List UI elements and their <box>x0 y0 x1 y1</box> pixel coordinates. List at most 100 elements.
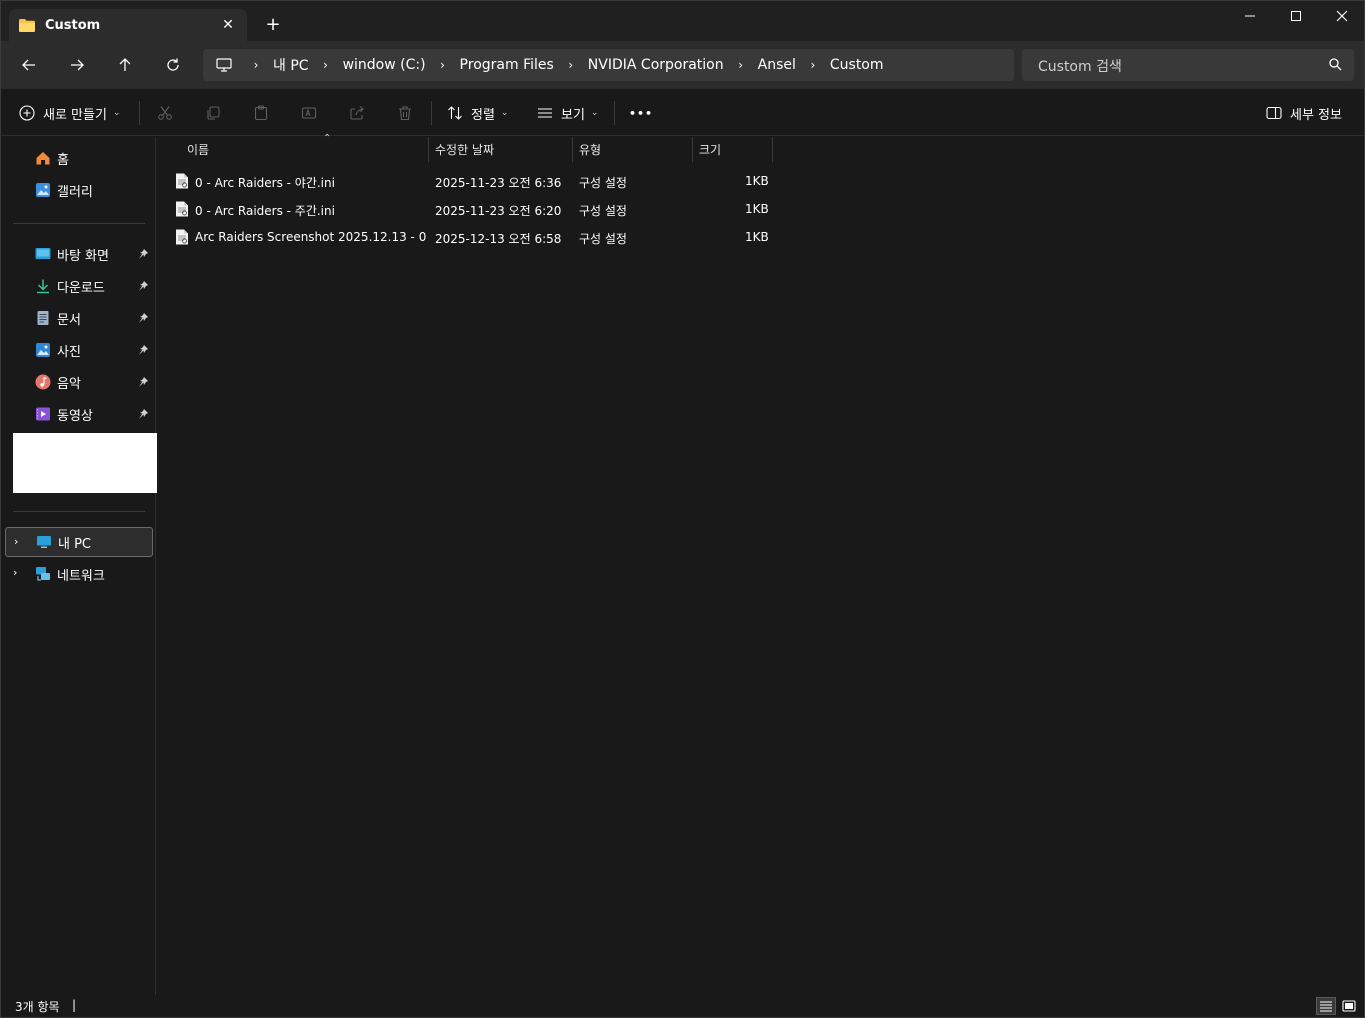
file-list: 이름 ⌃ 수정한 날짜 유형 크기 0 - Arc Raiders - 야간.i… <box>157 133 1364 995</box>
breadcrumb-ansel[interactable]: Ansel <box>758 57 796 73</box>
gallery-icon <box>36 183 50 197</box>
sort-button[interactable]: 정렬 ⌄ <box>447 102 508 124</box>
tab-custom[interactable]: Custom ✕ <box>9 9 247 41</box>
breadcrumb-custom[interactable]: Custom <box>830 57 884 73</box>
paste-button[interactable] <box>251 103 271 123</box>
table-row[interactable]: 0 - Arc Raiders - 주간.ini 2025-11-23 오전 6… <box>169 195 773 223</box>
download-icon <box>37 279 49 294</box>
file-type: 구성 설정 <box>579 204 627 218</box>
sidebar-item-downloads[interactable]: 다운로드 <box>5 271 153 301</box>
breadcrumb-separator[interactable]: › <box>732 58 750 72</box>
breadcrumb-separator[interactable]: › <box>247 58 265 72</box>
pin-icon[interactable] <box>137 344 149 356</box>
sidebar-item-videos[interactable]: 동영상 <box>5 399 153 429</box>
chevron-down-icon: ⌄ <box>500 108 509 118</box>
refresh-button[interactable] <box>161 53 185 77</box>
file-name: 0 - Arc Raiders - 주간.ini <box>195 204 335 218</box>
forward-button[interactable] <box>65 53 89 77</box>
divider <box>614 101 615 125</box>
minimize-button[interactable] <box>1227 1 1273 31</box>
rename-button[interactable] <box>299 103 319 123</box>
tab-close-button[interactable]: ✕ <box>219 16 237 34</box>
refresh-icon <box>167 58 179 71</box>
chevron-right-icon[interactable]: › <box>14 535 18 548</box>
share-icon <box>350 106 364 120</box>
sort-icon <box>448 106 462 120</box>
close-window-button[interactable] <box>1319 1 1365 31</box>
breadcrumb-program-files[interactable]: Program Files <box>460 57 554 73</box>
this-pc-icon <box>37 536 51 548</box>
music-icon <box>35 374 51 390</box>
more-options-button[interactable]: ••• <box>629 102 653 124</box>
arrow-left-icon <box>22 59 35 71</box>
pictures-icon <box>36 343 50 357</box>
details-pane-button[interactable]: 세부 정보 <box>1266 102 1342 124</box>
search-icon <box>1329 58 1342 71</box>
share-button[interactable] <box>347 103 367 123</box>
file-size: 1KB <box>745 202 769 216</box>
file-date: 2025-11-23 오전 6:36 <box>435 176 562 190</box>
file-date: 2025-11-23 오전 6:20 <box>435 204 562 218</box>
sidebar-item-music[interactable]: 음악 <box>5 367 153 397</box>
sidebar-item-pictures[interactable]: 사진 <box>5 335 153 365</box>
sidebar-item-desktop[interactable]: 바탕 화면 <box>5 239 153 269</box>
table-row[interactable]: Arc Raiders Screenshot 2025.12.13 - 06..… <box>169 223 773 251</box>
breadcrumb-separator[interactable]: › <box>804 58 822 72</box>
back-button[interactable] <box>17 53 41 77</box>
sidebar-item-label: 음악 <box>57 376 81 392</box>
pin-icon[interactable] <box>137 408 149 420</box>
breadcrumb-this-pc[interactable]: 내 PC <box>273 55 309 75</box>
command-bar: 새로 만들기 ⌄ 정렬 ⌄ 보기 ⌄ ••• 세부 정보 <box>1 90 1364 136</box>
up-button[interactable] <box>113 53 137 77</box>
file-size: 1KB <box>745 174 769 188</box>
file-size: 1KB <box>745 230 769 244</box>
minimize-icon <box>1245 15 1255 17</box>
copy-button[interactable] <box>203 103 223 123</box>
sidebar-item-label: 문서 <box>57 312 81 328</box>
new-button[interactable]: 새로 만들기 ⌄ <box>19 102 120 124</box>
redacted-area <box>13 433 157 493</box>
details-view-button[interactable] <box>1316 997 1336 1015</box>
new-tab-button[interactable]: + <box>263 15 283 35</box>
sidebar-item-gallery[interactable]: 갤러리 <box>5 175 153 205</box>
breadcrumb-separator[interactable]: › <box>562 58 580 72</box>
sidebar-item-network[interactable]: › 네트워크 <box>5 559 153 589</box>
breadcrumb-separator[interactable]: › <box>317 58 335 72</box>
pin-icon[interactable] <box>137 376 149 388</box>
status-bar: 3개 항목 | <box>1 995 1364 1017</box>
chevron-down-icon: ⌄ <box>590 108 599 118</box>
pin-icon[interactable] <box>137 280 149 292</box>
tab-title: Custom <box>45 17 101 33</box>
sidebar-item-home[interactable]: 홈 <box>5 143 153 173</box>
status-separator: | <box>72 998 77 1012</box>
column-header-size[interactable]: 크기 <box>693 137 773 162</box>
address-bar[interactable]: › 내 PC › window (C:) › Program Files › N… <box>203 49 1014 81</box>
tiles-view-button[interactable] <box>1339 997 1359 1015</box>
column-header-type[interactable]: 유형 <box>573 137 693 162</box>
column-header-date[interactable]: 수정한 날짜 <box>429 137 573 162</box>
divider <box>431 101 432 125</box>
folder-icon <box>19 18 35 32</box>
table-row[interactable]: 0 - Arc Raiders - 야간.ini 2025-11-23 오전 6… <box>169 167 773 195</box>
view-button[interactable]: 보기 ⌄ <box>537 102 598 124</box>
column-header-label: 이름 <box>187 143 210 157</box>
breadcrumb-drive-c[interactable]: window (C:) <box>343 57 426 73</box>
config-file-icon <box>176 173 188 189</box>
column-header-name[interactable]: 이름 ⌃ <box>181 133 429 162</box>
navigation-bar: › 내 PC › window (C:) › Program Files › N… <box>1 41 1364 89</box>
pin-icon[interactable] <box>137 248 149 260</box>
rename-icon <box>301 107 317 119</box>
breadcrumb-separator[interactable]: › <box>434 58 452 72</box>
new-label: 새로 만들기 <box>43 107 107 123</box>
chevron-down-icon: ⌄ <box>112 108 121 118</box>
cut-button[interactable] <box>155 103 175 123</box>
breadcrumb-nvidia-corporation[interactable]: NVIDIA Corporation <box>588 57 724 73</box>
sidebar-item-documents[interactable]: 문서 <box>5 303 153 333</box>
chevron-right-icon[interactable]: › <box>13 566 17 579</box>
search-input[interactable]: Custom 검색 <box>1022 49 1354 81</box>
delete-button[interactable] <box>395 103 415 123</box>
sidebar-item-this-pc[interactable]: › 내 PC <box>5 527 153 557</box>
sort-ascending-icon: ⌃ <box>323 133 332 144</box>
maximize-button[interactable] <box>1273 1 1319 31</box>
pin-icon[interactable] <box>137 312 149 324</box>
